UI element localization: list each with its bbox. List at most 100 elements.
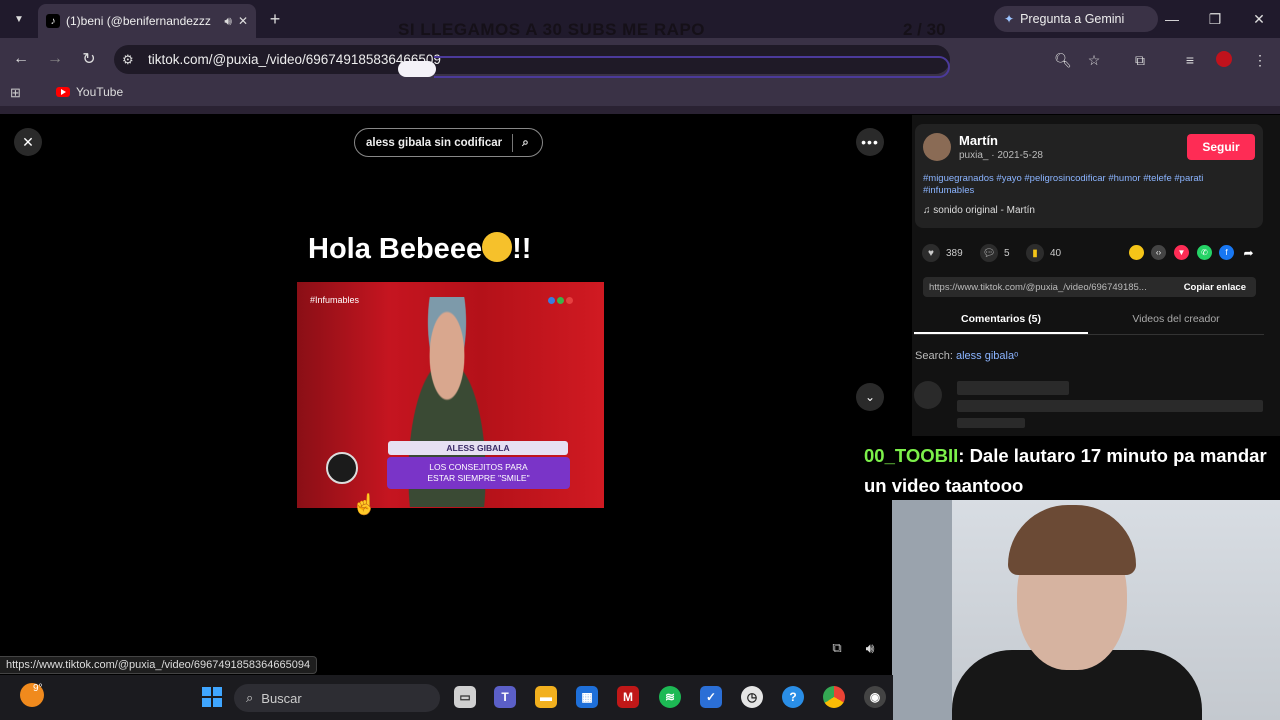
profile-avatar-icon[interactable] — [1216, 51, 1232, 67]
show-tag: #Infumables — [310, 295, 360, 305]
site-info-icon[interactable]: ⚙ — [122, 52, 134, 68]
apps-grid-icon[interactable]: ⊞ — [10, 85, 21, 101]
streamer-hair — [1008, 505, 1136, 575]
webcam-feed — [892, 500, 1280, 720]
taskbar-search[interactable]: ⌕ Buscar — [234, 684, 440, 712]
chrome-icon[interactable] — [823, 686, 845, 708]
comment-stat[interactable]: 💬︎ 5 — [980, 244, 1010, 262]
volume-icon[interactable]: 🔊︎ — [858, 636, 882, 660]
search-prefix: Search: — [915, 350, 956, 362]
gemini-label: Pregunta a Gemini — [1020, 12, 1125, 26]
tab-search-chevron-icon[interactable]: ▼ — [8, 8, 30, 30]
like-stat[interactable]: ♥ 389 — [922, 244, 963, 262]
tab-audio-icon[interactable]: 🔊︎ — [224, 14, 232, 29]
browser-tab-active[interactable]: ♪ (1)beni (@benifernandezzz 🔊︎ ✕ — [38, 4, 256, 38]
comment-skeleton-line — [957, 418, 1025, 428]
teams-icon[interactable]: T — [494, 686, 516, 708]
loading-indicator — [434, 56, 950, 78]
embed-code-icon[interactable]: ‹› — [1151, 245, 1166, 260]
maximize-icon[interactable]: ❐ — [1203, 8, 1227, 30]
whatsapp-icon[interactable]: ✆ — [1197, 245, 1212, 260]
loading-blob — [398, 61, 436, 77]
follow-button[interactable]: Seguir — [1187, 134, 1255, 160]
minimize-icon[interactable]: — — [1160, 8, 1184, 30]
hashtags[interactable]: #miguegranados #yayo #peligrosincodifica… — [923, 173, 1253, 197]
clock-icon[interactable]: ◷ — [741, 686, 763, 708]
lower-third-box: LOS CONSEJITOS PARA ESTAR SIEMPRE "SMILE… — [387, 457, 570, 489]
tab-creator-videos[interactable]: Videos del creador — [1088, 313, 1264, 325]
like-count: 389 — [946, 247, 963, 259]
spotify-icon[interactable]: ≋ — [659, 686, 681, 708]
comment-skeleton-avatar — [914, 381, 942, 409]
search-icon[interactable]: ⌕ — [522, 135, 529, 150]
forward-arrow-icon[interactable]: → — [42, 46, 68, 72]
share-arrow-icon[interactable]: ➦ — [1241, 245, 1256, 260]
back-arrow-icon[interactable]: ← — [8, 46, 34, 72]
tab-comments[interactable]: Comentarios (5) — [914, 313, 1088, 325]
show-logo-icon — [326, 452, 358, 484]
caption-text: Hola Bebeee — [308, 233, 483, 265]
lower-third-line2: ESTAR SIEMPRE "SMILE" — [427, 473, 530, 483]
bookmark-icon[interactable]: ▮ — [1026, 244, 1044, 262]
tab-divider — [914, 334, 1264, 335]
mcafee-icon[interactable]: M — [617, 686, 639, 708]
lower-third-name: ALESS GIBALA — [388, 441, 568, 455]
save-stat[interactable]: ▮ 40 — [1026, 244, 1061, 262]
webcam-background-door — [892, 500, 952, 720]
share-emoji-icon[interactable] — [1129, 245, 1144, 260]
save-count: 40 — [1050, 247, 1062, 259]
comment-search-suggestion[interactable]: Search: aless gibalaᵒ — [915, 350, 1018, 362]
new-tab-icon[interactable]: + — [264, 8, 286, 30]
send-to-friends-icon[interactable]: ▼ — [1174, 245, 1189, 260]
tab-title: (1)beni (@benifernandezzz — [66, 14, 211, 28]
obs-icon[interactable]: ◉ — [864, 686, 886, 708]
search-query[interactable]: aless gibala — [956, 350, 1014, 362]
author-avatar[interactable] — [923, 133, 951, 161]
more-options-icon[interactable]: ••• — [856, 128, 884, 156]
laughing-emoji-icon — [482, 232, 513, 262]
media-controls-icon[interactable]: ≡ — [1178, 48, 1202, 72]
windows-start-icon[interactable] — [202, 687, 222, 707]
comment-skeleton-line — [957, 381, 1069, 395]
sound-row[interactable]: ♫ sonido original - Martín — [923, 205, 1035, 216]
youtube-icon — [56, 87, 70, 97]
extensions-icon[interactable]: ⧉ — [1128, 48, 1152, 72]
comment-skeleton-line — [957, 400, 1263, 412]
zoom-search-icon[interactable]: 🔍︎ — [1051, 48, 1075, 72]
window-close-icon[interactable]: ✕ — [1247, 8, 1271, 30]
video-search-box[interactable]: aless gibala sin codificar ⌕ — [354, 128, 543, 157]
channel-dots-icon — [548, 297, 573, 304]
search-divider — [512, 133, 514, 152]
bookmark-youtube[interactable]: YouTube — [56, 85, 123, 99]
share-link-text[interactable]: https://www.tiktok.com/@puxia_/video/696… — [929, 282, 1174, 293]
help-icon[interactable]: ? — [782, 686, 804, 708]
store-icon[interactable]: ▦ — [576, 686, 598, 708]
caption-suffix: !! — [512, 233, 532, 265]
bookmark-star-icon[interactable]: ☆ — [1082, 48, 1106, 72]
music-note-icon: ♫ — [923, 205, 934, 216]
facebook-icon[interactable]: f — [1219, 245, 1234, 260]
tab-close-icon[interactable]: ✕ — [238, 14, 248, 28]
chat-username: 00_TOOBII — [864, 445, 959, 466]
close-video-button[interactable]: ✕ — [14, 128, 42, 156]
picture-in-picture-icon[interactable]: ⧉ — [826, 637, 848, 659]
video-caption: Hola Bebeee!! — [308, 232, 531, 266]
copy-link-bar: https://www.tiktok.com/@puxia_/video/696… — [923, 277, 1256, 297]
author-name[interactable]: Martín — [959, 133, 998, 148]
copy-link-button[interactable]: Copiar enlace — [1174, 282, 1256, 293]
author-meta: puxia_ · 2021-5-28 — [959, 150, 1043, 161]
address-url[interactable]: tiktok.com/@puxia_/video/696749185836466… — [148, 52, 441, 67]
hand-cursor-icon: ☝ — [352, 494, 377, 516]
menu-kebab-icon[interactable]: ⋮ — [1248, 48, 1272, 72]
next-video-chevron-icon[interactable]: ⌄ — [856, 383, 884, 411]
sound-label: sonido original - Martín — [933, 205, 1035, 216]
stream-goal-count: 2 / 30 — [903, 20, 946, 39]
task-view-icon[interactable]: ▭ — [454, 686, 476, 708]
reload-icon[interactable]: ↻ — [76, 46, 102, 72]
todo-icon[interactable]: ✓ — [700, 686, 722, 708]
tab-active-indicator — [914, 332, 1088, 334]
heart-icon[interactable]: ♥ — [922, 244, 940, 262]
folder-icon[interactable]: ▬ — [535, 686, 557, 708]
comment-icon[interactable]: 💬︎ — [980, 244, 998, 262]
gemini-button[interactable]: ✦ Pregunta a Gemini — [994, 6, 1158, 32]
